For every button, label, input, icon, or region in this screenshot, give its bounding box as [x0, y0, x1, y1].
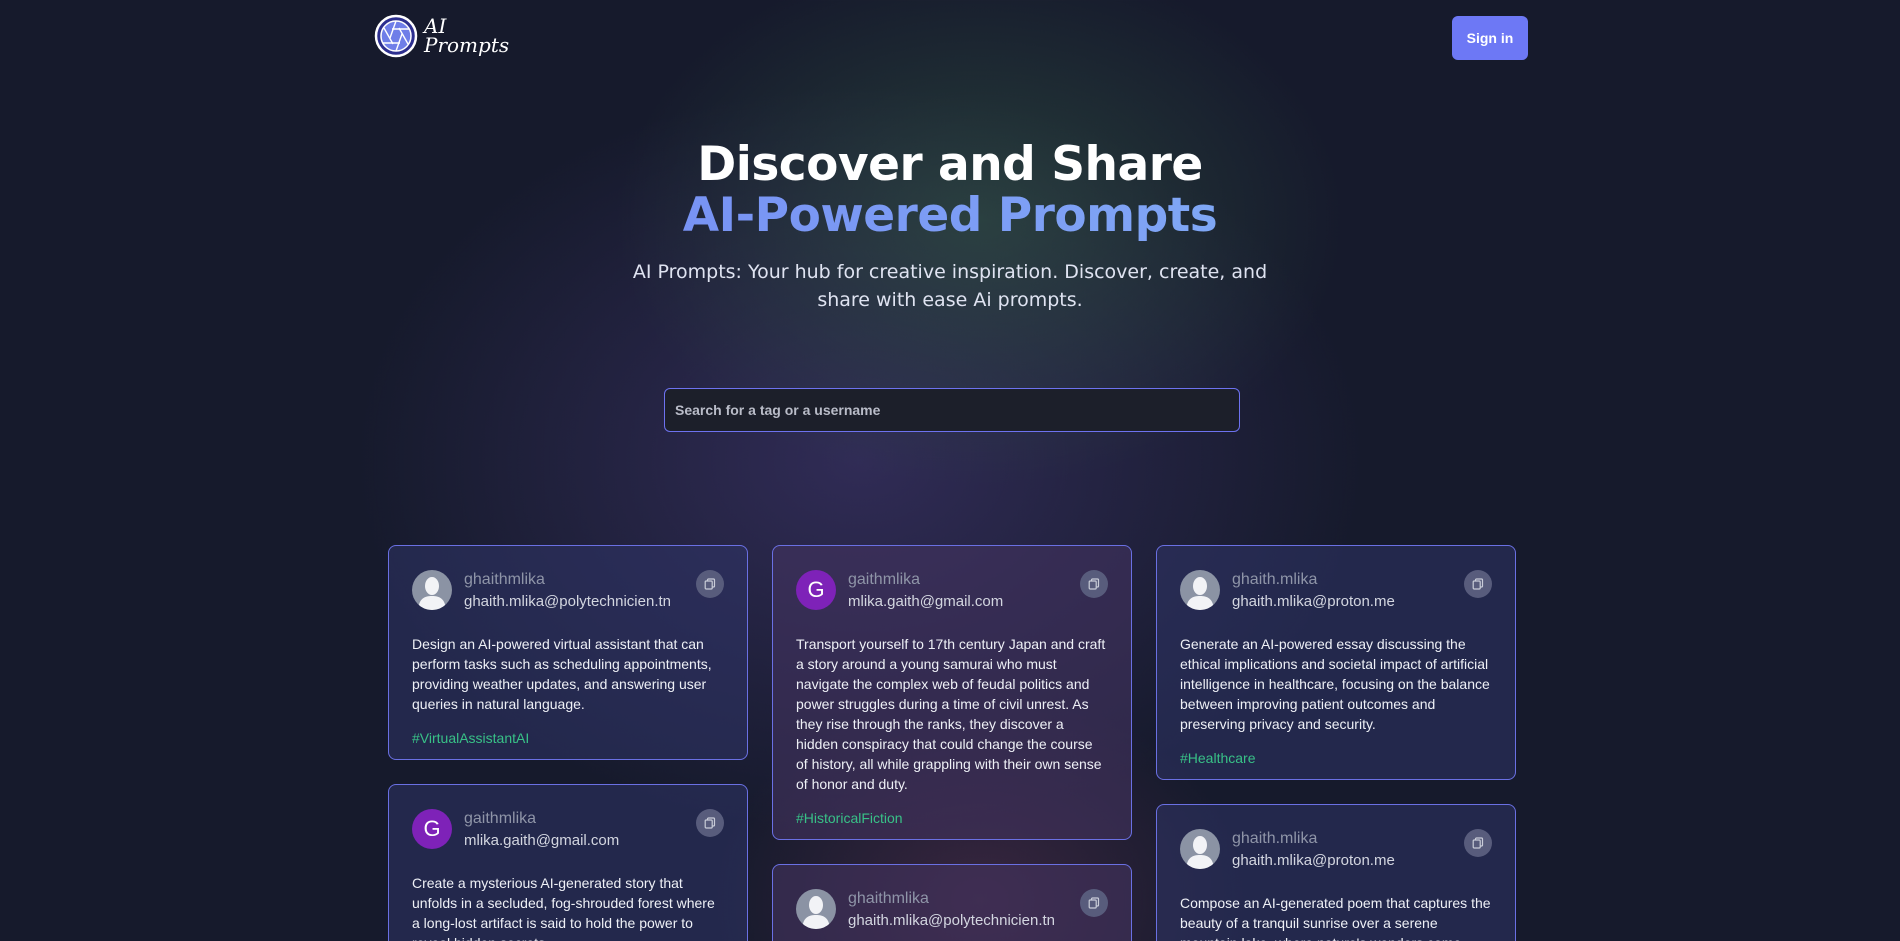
- user-email: ghaith.mlika@proton.me: [1232, 852, 1395, 869]
- hero-title-line-1: Discover and Share: [697, 137, 1203, 192]
- prompt-text: Design an AI-powered virtual assistant t…: [412, 636, 712, 712]
- user-silhouette-icon: [1186, 577, 1214, 610]
- prompt-card: G gaithmlika mlika.gaith@gmail.com Creat…: [388, 784, 748, 941]
- user-email: mlika.gaith@gmail.com: [848, 593, 1004, 610]
- avatar[interactable]: [1180, 570, 1220, 610]
- username[interactable]: ghaithmlika: [464, 570, 696, 590]
- copy-button[interactable]: [696, 809, 724, 837]
- prompt-card: ghaith.mlika ghaith.mlika@proton.me Gene…: [1156, 545, 1516, 780]
- copy-icon: [704, 578, 716, 590]
- user-email: ghaith.mlika@polytechnicien.tn: [464, 593, 672, 610]
- avatar[interactable]: G: [796, 570, 836, 610]
- user-silhouette-icon: [802, 896, 830, 929]
- sign-in-button[interactable]: Sign in: [1452, 16, 1528, 60]
- prompt-card: ghaithmlika ghaith.mlika@polytechnicien.…: [772, 864, 1132, 941]
- prompt-card: G gaithmlika mlika.gaith@gmail.com Trans…: [772, 545, 1132, 840]
- user-email: ghaith.mlika@proton.me: [1232, 593, 1395, 610]
- avatar[interactable]: [796, 889, 836, 929]
- copy-button[interactable]: [1080, 889, 1108, 917]
- copy-button[interactable]: [1464, 829, 1492, 857]
- prompt-text: Compose an AI-generated poem that captur…: [1180, 895, 1491, 941]
- user-email: mlika.gaith@gmail.com: [464, 832, 620, 849]
- copy-icon: [1088, 897, 1100, 909]
- hero-title: Discover and Share AI-Powered Prompts: [0, 140, 1900, 242]
- username[interactable]: gaithmlika: [848, 570, 1080, 590]
- camera-aperture-icon: [374, 14, 418, 58]
- username[interactable]: gaithmlika: [464, 809, 696, 829]
- copy-icon: [704, 817, 716, 829]
- copy-button[interactable]: [696, 570, 724, 598]
- logo-wordmark: AI Prompts: [424, 16, 510, 57]
- copy-icon: [1472, 578, 1484, 590]
- avatar[interactable]: G: [412, 809, 452, 849]
- user-email: ghaith.mlika@polytechnicien.tn: [848, 912, 1056, 929]
- prompt-card: ghaith.mlika ghaith.mlika@proton.me Comp…: [1156, 804, 1516, 941]
- prompt-text: Create a mysterious AI-generated story t…: [412, 875, 715, 941]
- logo[interactable]: AI Prompts: [374, 14, 510, 58]
- avatar[interactable]: [1180, 829, 1220, 869]
- user-silhouette-icon: [1186, 836, 1214, 869]
- prompt-tag[interactable]: #VirtualAssistantAI: [412, 728, 724, 762]
- copy-button[interactable]: [1464, 570, 1492, 598]
- prompt-text: Transport yourself to 17th century Japan…: [796, 636, 1106, 792]
- copy-icon: [1472, 837, 1484, 849]
- hero: Discover and Share AI-Powered Prompts AI…: [0, 140, 1900, 314]
- copy-button[interactable]: [1080, 570, 1108, 598]
- copy-icon: [1088, 578, 1100, 590]
- username[interactable]: ghaith.mlika: [1232, 570, 1464, 590]
- hero-title-line-2: AI-Powered Prompts: [0, 190, 1900, 242]
- prompt-card: ghaithmlika ghaith.mlika@polytechnicien.…: [388, 545, 748, 760]
- search-input[interactable]: [664, 388, 1240, 432]
- hero-subtitle: AI Prompts: Your hub for creative inspir…: [632, 261, 1268, 311]
- username[interactable]: ghaithmlika: [848, 889, 1080, 909]
- prompt-tag[interactable]: #HistoricalFiction: [796, 808, 1108, 842]
- prompt-tag[interactable]: #Healthcare: [1180, 748, 1492, 782]
- avatar[interactable]: [412, 570, 452, 610]
- prompt-text: Generate an AI-powered essay discussing …: [1180, 636, 1490, 732]
- username[interactable]: ghaith.mlika: [1232, 829, 1464, 849]
- user-silhouette-icon: [418, 577, 446, 610]
- logo-line-2: Prompts: [424, 33, 510, 57]
